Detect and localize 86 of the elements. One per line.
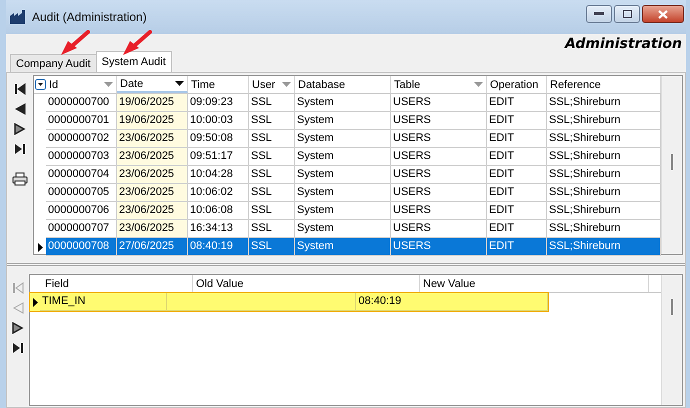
- table-cell: 23/06/2025: [117, 184, 188, 202]
- table-cell: System: [295, 148, 391, 166]
- table-cell: EDIT: [487, 238, 547, 256]
- table-cell: USERS: [391, 94, 487, 112]
- table-cell: EDIT: [487, 112, 547, 130]
- table-cell: SSL: [249, 148, 295, 166]
- first-record-icon[interactable]: [14, 83, 26, 95]
- column-header[interactable]: Table: [391, 76, 487, 93]
- table-cell: 10:06:02: [188, 184, 249, 202]
- arrow: [60, 30, 90, 56]
- table-cell: 09:50:08: [188, 130, 249, 148]
- table-cell: 10:04:28: [188, 166, 249, 184]
- table-cell: System: [295, 238, 391, 256]
- table-cell: SSL: [249, 184, 295, 202]
- table-cell: 0000000708: [46, 238, 117, 256]
- table-cell: 23/06/2025: [117, 130, 188, 148]
- table-cell: EDIT: [487, 130, 547, 148]
- tab[interactable]: Company Audit: [10, 54, 97, 72]
- close-button[interactable]: [642, 5, 684, 23]
- table-cell: USERS: [391, 166, 487, 184]
- next-record-icon[interactable]: [12, 322, 24, 334]
- last-record-icon[interactable]: [14, 143, 26, 155]
- table-cell: 08:40:19: [356, 293, 548, 311]
- table-cell: USERS: [391, 112, 487, 130]
- table-cell: USERS: [391, 184, 487, 202]
- table-cell: 10:06:08: [188, 202, 249, 220]
- table-cell: 19/06/2025: [117, 112, 188, 130]
- column-header[interactable]: Database: [295, 76, 391, 93]
- sort-arrow-icon[interactable]: [175, 81, 184, 86]
- table-cell: 23/06/2025: [117, 148, 188, 166]
- table-cell: EDIT: [487, 202, 547, 220]
- table-cell: SSL: [249, 166, 295, 184]
- column-header[interactable]: Time: [188, 76, 249, 93]
- printer-icon[interactable]: [12, 172, 28, 186]
- table-cell: USERS: [391, 130, 487, 148]
- scrollbar[interactable]: [661, 76, 682, 254]
- scrollbar[interactable]: [661, 275, 682, 405]
- table-cell: 23/06/2025: [117, 220, 188, 238]
- table-cell: System: [295, 94, 391, 112]
- table-cell: SSL: [249, 238, 295, 256]
- table-cell: SSL: [249, 94, 295, 112]
- tab[interactable]: System Audit: [96, 51, 172, 72]
- table-cell: 10:00:03: [188, 112, 249, 130]
- table-cell: 23/06/2025: [117, 202, 188, 220]
- table-cell: 23/06/2025: [117, 166, 188, 184]
- window-title: Audit (Administration): [32, 10, 147, 24]
- column-header[interactable]: Operation: [487, 76, 547, 93]
- table-cell: System: [295, 184, 391, 202]
- table-cell: EDIT: [487, 148, 547, 166]
- table-cell: EDIT: [487, 184, 547, 202]
- maximize-icon: [622, 10, 632, 18]
- table-cell: USERS: [391, 202, 487, 220]
- table-cell: 09:09:23: [188, 94, 249, 112]
- table-cell: SSL: [249, 202, 295, 220]
- row-pointer-icon: [32, 298, 38, 306]
- column-header[interactable]: Id: [46, 76, 117, 93]
- minimize-button[interactable]: [586, 5, 612, 23]
- row-pointer-icon: [38, 242, 42, 252]
- arrow: [122, 30, 152, 56]
- minimize-icon: [594, 12, 604, 16]
- maximize-button[interactable]: [614, 5, 640, 23]
- table-cell: System: [295, 202, 391, 220]
- previous-record-icon[interactable]: [14, 103, 26, 115]
- table-cell: USERS: [391, 148, 487, 166]
- table-cell: TIME_IN: [40, 293, 167, 311]
- table-cell: 27/06/2025: [117, 238, 188, 256]
- column-header[interactable]: User: [249, 76, 295, 93]
- table-cell: USERS: [391, 238, 487, 256]
- table-cell: 08:40:19: [188, 238, 249, 256]
- last-record-icon[interactable]: [12, 342, 24, 354]
- table-cell: System: [295, 166, 391, 184]
- table-cell: 09:51:17: [188, 148, 249, 166]
- module-heading: Administration: [563, 35, 683, 52]
- factory-icon: [10, 10, 26, 24]
- close-icon: [658, 10, 668, 18]
- table-cell: System: [295, 130, 391, 148]
- table-cell: EDIT: [487, 166, 547, 184]
- table-cell: SSL: [249, 112, 295, 130]
- table-cell: SSL: [249, 130, 295, 148]
- next-record-icon[interactable]: [14, 123, 26, 135]
- row-highlight[interactable]: TIME_IN 08:40:19: [30, 293, 548, 311]
- table-cell: EDIT: [487, 94, 547, 112]
- dropdown-icon[interactable]: [34, 79, 46, 90]
- table-cell: 19/06/2025: [117, 94, 188, 112]
- table-cell: System: [295, 112, 391, 130]
- table-cell: SSL;Shireburn: [547, 238, 661, 256]
